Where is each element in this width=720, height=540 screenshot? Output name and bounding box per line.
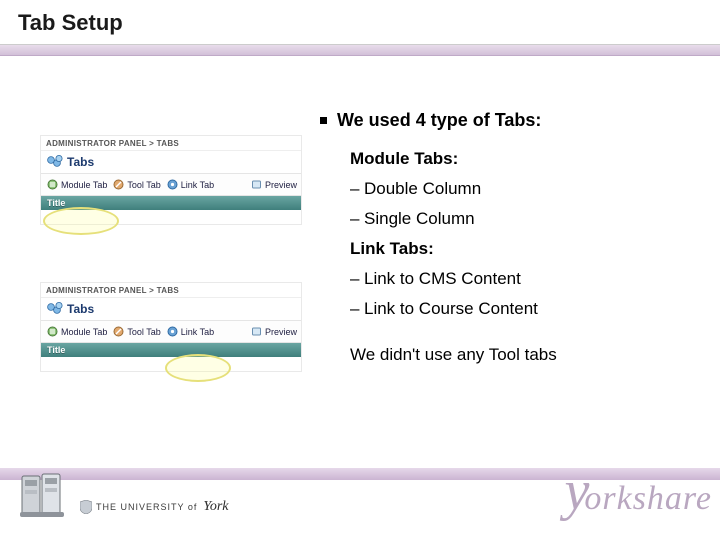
highlight-ellipse-icon — [165, 354, 231, 382]
link-tab-link[interactable]: Link Tab — [165, 178, 216, 191]
module-item-label: Double Column — [364, 179, 481, 198]
university-name: York — [203, 499, 228, 515]
brand-logo-text: orkshare — [584, 480, 712, 518]
panel-heading: Tabs — [41, 151, 301, 173]
panel-heading-text: Tabs — [67, 302, 94, 316]
panel-heading: Tabs — [41, 298, 301, 320]
university-label: THE UNIVERSITY of York — [80, 499, 229, 515]
module-item: –Double Column — [350, 179, 700, 199]
link-tab-icon — [167, 326, 178, 337]
preview-label: Preview — [265, 327, 297, 337]
tool-tab-icon — [113, 326, 124, 337]
link-tabs-heading: Link Tabs: — [350, 239, 700, 259]
link-item: –Link to Course Content — [350, 299, 700, 319]
preview-link[interactable]: Preview — [251, 326, 297, 337]
preview-icon — [251, 179, 262, 190]
tab-link-label: Tool Tab — [127, 327, 160, 337]
module-tab-icon — [47, 326, 58, 337]
module-item: –Single Column — [350, 209, 700, 229]
preview-icon — [251, 326, 262, 337]
module-tab-icon — [47, 179, 58, 190]
brand-logo: y orkshare — [565, 474, 712, 518]
tool-tab-icon — [113, 179, 124, 190]
page-title: Tab Setup — [18, 10, 123, 36]
link-tab-icon — [167, 179, 178, 190]
university-prefix: THE UNIVERSITY of — [96, 502, 197, 512]
tab-link-label: Module Tab — [61, 180, 107, 190]
link-tab-link[interactable]: Link Tab — [165, 325, 216, 338]
module-tabs-heading: Module Tabs: — [350, 149, 700, 169]
module-tab-link[interactable]: Module Tab — [45, 325, 109, 338]
preview-label: Preview — [265, 180, 297, 190]
tool-tab-link[interactable]: Tool Tab — [111, 325, 162, 338]
tabs-icon — [47, 302, 63, 316]
panel-title-column-header: Title — [41, 343, 301, 357]
content-column: We used 4 type of Tabs: Module Tabs: –Do… — [320, 110, 700, 365]
screenshot-panel-module: ADMINISTRATOR PANEL > TABS Tabs Module T… — [40, 135, 302, 225]
screenshot-panel-link: ADMINISTRATOR PANEL > TABS Tabs Module T… — [40, 282, 302, 372]
tool-tab-link[interactable]: Tool Tab — [111, 178, 162, 191]
tab-link-label: Link Tab — [181, 327, 214, 337]
server-tower-icon — [18, 468, 68, 518]
slide: Tab Setup We used 4 type of Tabs: Module… — [0, 0, 720, 540]
tab-toolbar: Module Tab Tool Tab Link Tab Preview — [41, 320, 301, 343]
tab-link-label: Module Tab — [61, 327, 107, 337]
tab-link-label: Tool Tab — [127, 180, 160, 190]
link-item: –Link to CMS Content — [350, 269, 700, 289]
shield-icon — [80, 500, 92, 514]
main-bullet: We used 4 type of Tabs: — [320, 110, 700, 131]
panel-heading-text: Tabs — [67, 155, 94, 169]
breadcrumb: ADMINISTRATOR PANEL > TABS — [41, 136, 301, 151]
note-text: We didn't use any Tool tabs — [350, 345, 700, 365]
module-item-label: Single Column — [364, 209, 475, 228]
link-item-label: Link to Course Content — [364, 299, 538, 318]
bullet-text: We used 4 type of Tabs: — [337, 110, 541, 131]
title-divider — [0, 44, 720, 56]
square-bullet-icon — [320, 117, 327, 124]
module-tab-link[interactable]: Module Tab — [45, 178, 109, 191]
tabs-icon — [47, 155, 63, 169]
panel-title-column-header: Title — [41, 196, 301, 210]
highlight-ellipse-icon — [43, 207, 119, 235]
tab-toolbar: Module Tab Tool Tab Link Tab Preview — [41, 173, 301, 196]
breadcrumb: ADMINISTRATOR PANEL > TABS — [41, 283, 301, 298]
preview-link[interactable]: Preview — [251, 179, 297, 190]
tab-link-label: Link Tab — [181, 180, 214, 190]
link-item-label: Link to CMS Content — [364, 269, 521, 288]
